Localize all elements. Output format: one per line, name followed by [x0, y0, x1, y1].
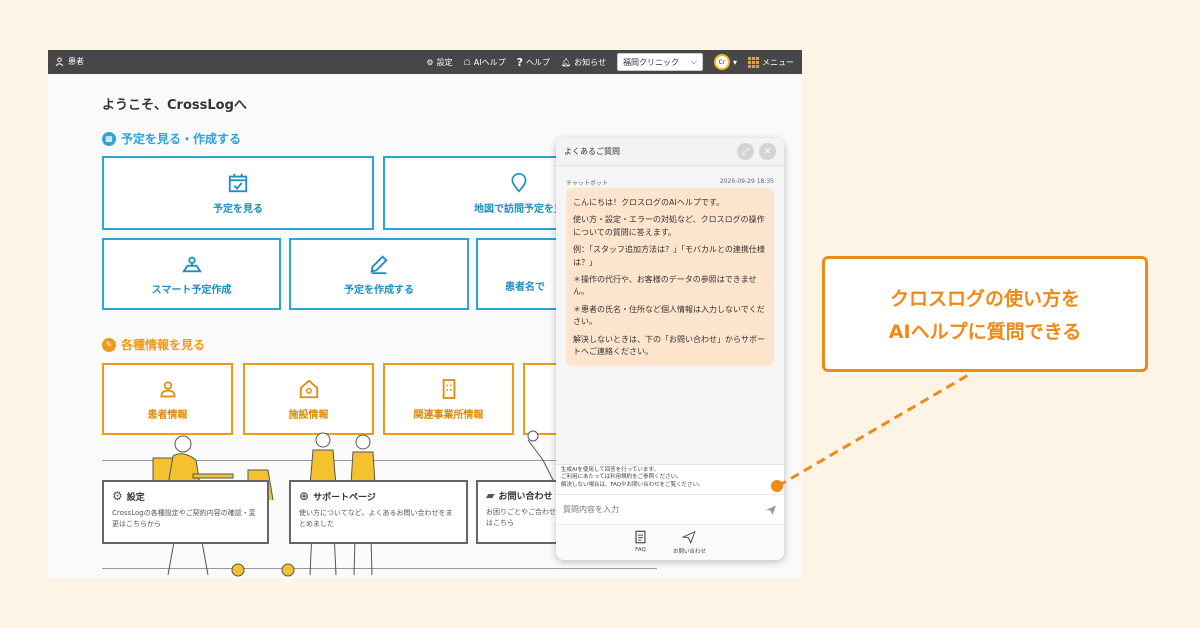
callout-line-2: AIヘルプに質問できる [888, 321, 1082, 343]
callout-line-1: クロスログの使い方を [889, 288, 1080, 310]
feature-callout: クロスログの使い方を AIヘルプに質問できる [822, 256, 1148, 372]
